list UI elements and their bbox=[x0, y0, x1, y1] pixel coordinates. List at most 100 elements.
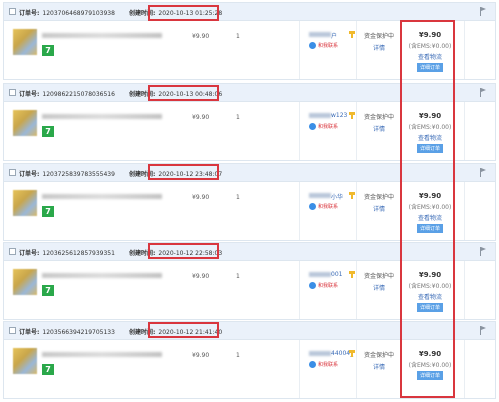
quantity: 1 bbox=[236, 194, 240, 201]
buyer-name[interactable]: 001 bbox=[331, 271, 342, 278]
divider bbox=[356, 21, 357, 79]
order-number-value: 1209862215078036516 bbox=[42, 91, 115, 98]
badge-7-icon: 7 bbox=[42, 285, 54, 296]
chat-icon bbox=[309, 361, 316, 368]
contact-label: 和我联系 bbox=[318, 283, 339, 289]
badge-7-icon: 7 bbox=[42, 126, 54, 137]
flag-icon[interactable] bbox=[480, 168, 486, 177]
flag-icon[interactable] bbox=[480, 88, 486, 97]
fund-status: 资金保护中 详情 bbox=[364, 271, 394, 292]
order-number-value: 1203566394219705133 bbox=[42, 329, 115, 336]
contact-button[interactable]: 和我联系 bbox=[309, 282, 361, 289]
detail-link[interactable]: 详情 bbox=[364, 204, 394, 213]
product-thumbnail[interactable] bbox=[13, 29, 37, 55]
buyer-name-blurred bbox=[309, 272, 331, 277]
buyer-info: w123 和我联系 bbox=[309, 112, 361, 130]
flag-icon[interactable] bbox=[480, 7, 486, 16]
product-thumbnail[interactable] bbox=[13, 110, 37, 136]
detail-link[interactable]: 详情 bbox=[364, 124, 394, 133]
product-thumbnail[interactable] bbox=[13, 190, 37, 216]
order-number-label: 订单号: bbox=[19, 329, 40, 336]
order-number: 订单号: 1203566394219705133 bbox=[19, 327, 115, 336]
unit-price: ¥9.90 bbox=[192, 273, 210, 280]
order-number: 订单号: 1209862215078036516 bbox=[19, 89, 115, 98]
gem-icon bbox=[349, 112, 355, 119]
date-highlight-box bbox=[148, 243, 219, 259]
contact-button[interactable]: 和我联系 bbox=[309, 203, 361, 210]
buyer-name-blurred bbox=[309, 193, 331, 198]
buyer-name[interactable]: 户 bbox=[331, 31, 337, 40]
badge-7-icon: 7 bbox=[42, 364, 54, 375]
divider bbox=[299, 261, 300, 319]
divider bbox=[464, 261, 465, 319]
fund-status-text: 资金保护中 bbox=[364, 33, 395, 40]
fund-status: 资金保护中 详情 bbox=[364, 192, 394, 213]
divider bbox=[464, 340, 465, 398]
unit-price: ¥9.90 bbox=[192, 114, 210, 121]
chat-icon bbox=[309, 42, 316, 49]
gem-icon bbox=[349, 271, 355, 278]
order-checkbox[interactable] bbox=[9, 248, 16, 255]
quantity: 1 bbox=[236, 273, 240, 280]
date-highlight-box bbox=[148, 322, 219, 338]
order-checkbox[interactable] bbox=[9, 169, 16, 176]
fund-status-text: 资金保护中 bbox=[364, 352, 395, 359]
buyer-name[interactable]: 小华 bbox=[331, 192, 343, 201]
fund-status-text: 资金保护中 bbox=[364, 273, 395, 280]
contact-label: 和我联系 bbox=[318, 362, 339, 368]
divider bbox=[356, 182, 357, 240]
detail-link[interactable]: 详情 bbox=[364, 362, 394, 371]
unit-price: ¥9.90 bbox=[192, 33, 210, 40]
date-highlight-box bbox=[148, 164, 219, 180]
contact-label: 和我联系 bbox=[318, 43, 339, 49]
buyer-name-blurred bbox=[309, 351, 331, 356]
divider bbox=[299, 182, 300, 240]
product-title-blurred[interactable] bbox=[42, 114, 162, 119]
buyer-info: 44004_ 和我联系 bbox=[309, 350, 361, 368]
divider bbox=[356, 261, 357, 319]
order-checkbox[interactable] bbox=[9, 8, 16, 15]
contact-button[interactable]: 和我联系 bbox=[309, 361, 361, 368]
divider bbox=[299, 21, 300, 79]
fund-status: 资金保护中 详情 bbox=[364, 31, 394, 52]
order-number: 订单号: 1203625612857939351 bbox=[19, 248, 115, 257]
order-number-label: 订单号: bbox=[19, 10, 40, 17]
order-number-label: 订单号: bbox=[19, 91, 40, 98]
product-title-blurred[interactable] bbox=[42, 352, 162, 357]
order-number-label: 订单号: bbox=[19, 250, 40, 257]
product-thumbnail[interactable] bbox=[13, 269, 37, 295]
unit-price: ¥9.90 bbox=[192, 352, 210, 359]
product-title-blurred[interactable] bbox=[42, 33, 162, 38]
gem-icon bbox=[349, 192, 355, 199]
detail-link[interactable]: 详情 bbox=[364, 43, 394, 52]
product-title-blurred[interactable] bbox=[42, 194, 162, 199]
fund-status: 资金保护中 详情 bbox=[364, 112, 394, 133]
buyer-name[interactable]: w123 bbox=[331, 112, 347, 119]
gem-icon bbox=[349, 31, 355, 38]
date-highlight-box bbox=[148, 85, 219, 101]
buyer-info: 小华 和我联系 bbox=[309, 192, 361, 210]
badge-7-icon: 7 bbox=[42, 206, 54, 217]
order-checkbox[interactable] bbox=[9, 89, 16, 96]
contact-button[interactable]: 和我联系 bbox=[309, 123, 361, 130]
chat-icon bbox=[309, 282, 316, 289]
divider bbox=[356, 102, 357, 160]
contact-button[interactable]: 和我联系 bbox=[309, 42, 361, 49]
detail-link[interactable]: 详情 bbox=[364, 283, 394, 292]
fund-status-text: 资金保护中 bbox=[364, 194, 395, 201]
flag-icon[interactable] bbox=[480, 326, 486, 335]
buyer-info: 户 和我联系 bbox=[309, 31, 361, 49]
chat-icon bbox=[309, 203, 316, 210]
contact-label: 和我联系 bbox=[318, 204, 339, 210]
product-thumbnail[interactable] bbox=[13, 348, 37, 374]
order-checkbox[interactable] bbox=[9, 327, 16, 334]
divider bbox=[356, 340, 357, 398]
date-highlight-box bbox=[148, 5, 219, 21]
order-header: 订单号: 1203706468979103938 创建时间: 2020-10-13 … bbox=[4, 3, 495, 21]
unit-price: ¥9.90 bbox=[192, 194, 210, 201]
quantity: 1 bbox=[236, 33, 240, 40]
buyer-name-blurred bbox=[309, 32, 331, 37]
quantity: 1 bbox=[236, 114, 240, 121]
flag-icon[interactable] bbox=[480, 247, 486, 256]
product-title-blurred[interactable] bbox=[42, 273, 162, 278]
